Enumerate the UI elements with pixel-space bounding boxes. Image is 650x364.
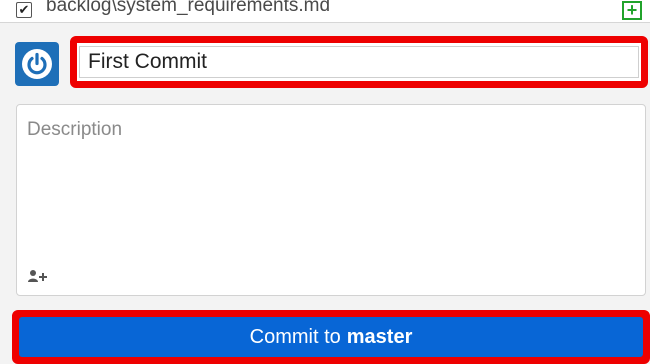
add-person-icon [28, 270, 47, 282]
description-box [16, 104, 646, 296]
commit-button[interactable]: Commit to master [19, 317, 643, 357]
divider [0, 22, 650, 23]
summary-highlight [70, 36, 648, 88]
commit-highlight: Commit to master [12, 310, 650, 364]
file-path: backlog\system_requirements.md [46, 0, 331, 16]
commit-label: Commit to [249, 325, 341, 348]
summary-input[interactable] [79, 46, 639, 78]
commit-panel: ✔ backlog\system_requirements.md + Commi… [0, 0, 650, 364]
description-input[interactable] [17, 105, 645, 255]
power-icon [22, 49, 52, 79]
branch-name: master [346, 325, 413, 348]
file-checkbox[interactable]: ✔ [16, 2, 32, 18]
add-coauthor-button[interactable] [27, 267, 49, 285]
changed-file-row[interactable]: ✔ backlog\system_requirements.md + [0, 0, 650, 22]
plus-icon: + [622, 1, 642, 20]
avatar [15, 42, 59, 86]
